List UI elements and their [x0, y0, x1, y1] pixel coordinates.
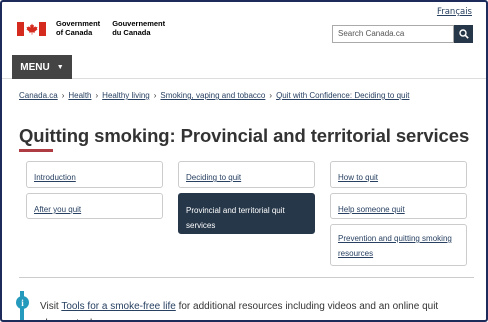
- nav-label-provincial: Provincial and territorial quit services: [186, 206, 285, 230]
- breadcrumb-health[interactable]: Health: [68, 91, 91, 100]
- goc-fr-line2: du Canada: [112, 27, 151, 37]
- nav-card-deciding[interactable]: Deciding to quit: [178, 161, 315, 188]
- nav-card-introduction[interactable]: Introduction: [26, 161, 163, 188]
- nav-link-deciding[interactable]: Deciding to quit: [186, 173, 241, 182]
- info-alert-text: Visit Tools for a smoke-free life for ad…: [40, 298, 470, 320]
- breadcrumb-canada[interactable]: Canada.ca: [19, 91, 58, 100]
- breadcrumb: Canada.ca › Health › Healthy living › Sm…: [19, 91, 409, 100]
- nav-card-provincial-active[interactable]: Provincial and territorial quit services: [178, 193, 315, 234]
- canada-flag-icon: [17, 21, 46, 36]
- search-button[interactable]: [454, 25, 473, 43]
- goc-signature[interactable]: Government of Canada Gouvernement du Can…: [17, 19, 177, 37]
- chevron-right-icon: ›: [269, 91, 273, 100]
- page-frame: Français Government of Canada Gouverneme…: [0, 0, 488, 322]
- breadcrumb-smoking[interactable]: Smoking, vaping and tobacco: [160, 91, 265, 100]
- nav-link-prevention[interactable]: Prevention and quitting smoking resource…: [338, 234, 452, 258]
- tools-smoke-free-link[interactable]: Tools for a smoke-free life: [61, 301, 176, 312]
- alert-prefix: Visit: [40, 301, 62, 312]
- info-icon: i: [16, 296, 29, 309]
- menu-strip: MENU ▼: [2, 50, 486, 79]
- nav-card-help-someone[interactable]: Help someone quit: [330, 193, 467, 219]
- nav-card-after-you-quit[interactable]: After you quit: [26, 193, 163, 219]
- nav-link-after-you-quit[interactable]: After you quit: [34, 205, 81, 214]
- nav-link-how-to-quit[interactable]: How to quit: [338, 173, 378, 182]
- menu-label: MENU: [20, 61, 50, 73]
- chevron-down-icon: ▼: [56, 63, 64, 71]
- section-divider: [19, 277, 474, 278]
- chevron-right-icon: ›: [95, 91, 99, 100]
- menu-button[interactable]: MENU ▼: [12, 55, 72, 79]
- chevron-right-icon: ›: [153, 91, 157, 100]
- nav-card-how-to-quit[interactable]: How to quit: [330, 161, 467, 188]
- search-icon: [458, 29, 469, 39]
- nav-card-prevention[interactable]: Prevention and quitting smoking resource…: [330, 224, 467, 266]
- page-title: Quitting smoking: Provincial and territo…: [19, 125, 470, 146]
- goc-en-line2: of Canada: [56, 27, 93, 37]
- title-accent-rule: [19, 149, 53, 152]
- breadcrumb-quit-with-confidence[interactable]: Quit with Confidence: Deciding to quit: [276, 91, 409, 100]
- chevron-right-icon: ›: [61, 91, 65, 100]
- site-search: Search Canada.ca: [332, 25, 473, 43]
- breadcrumb-healthy-living[interactable]: Healthy living: [102, 91, 150, 100]
- nav-link-introduction[interactable]: Introduction: [34, 173, 76, 182]
- nav-link-help-someone[interactable]: Help someone quit: [338, 205, 405, 214]
- language-toggle-link[interactable]: Français: [437, 7, 472, 17]
- goc-wordmark: Government of Canada Gouvernement du Can…: [56, 19, 177, 37]
- search-input[interactable]: Search Canada.ca: [332, 25, 454, 43]
